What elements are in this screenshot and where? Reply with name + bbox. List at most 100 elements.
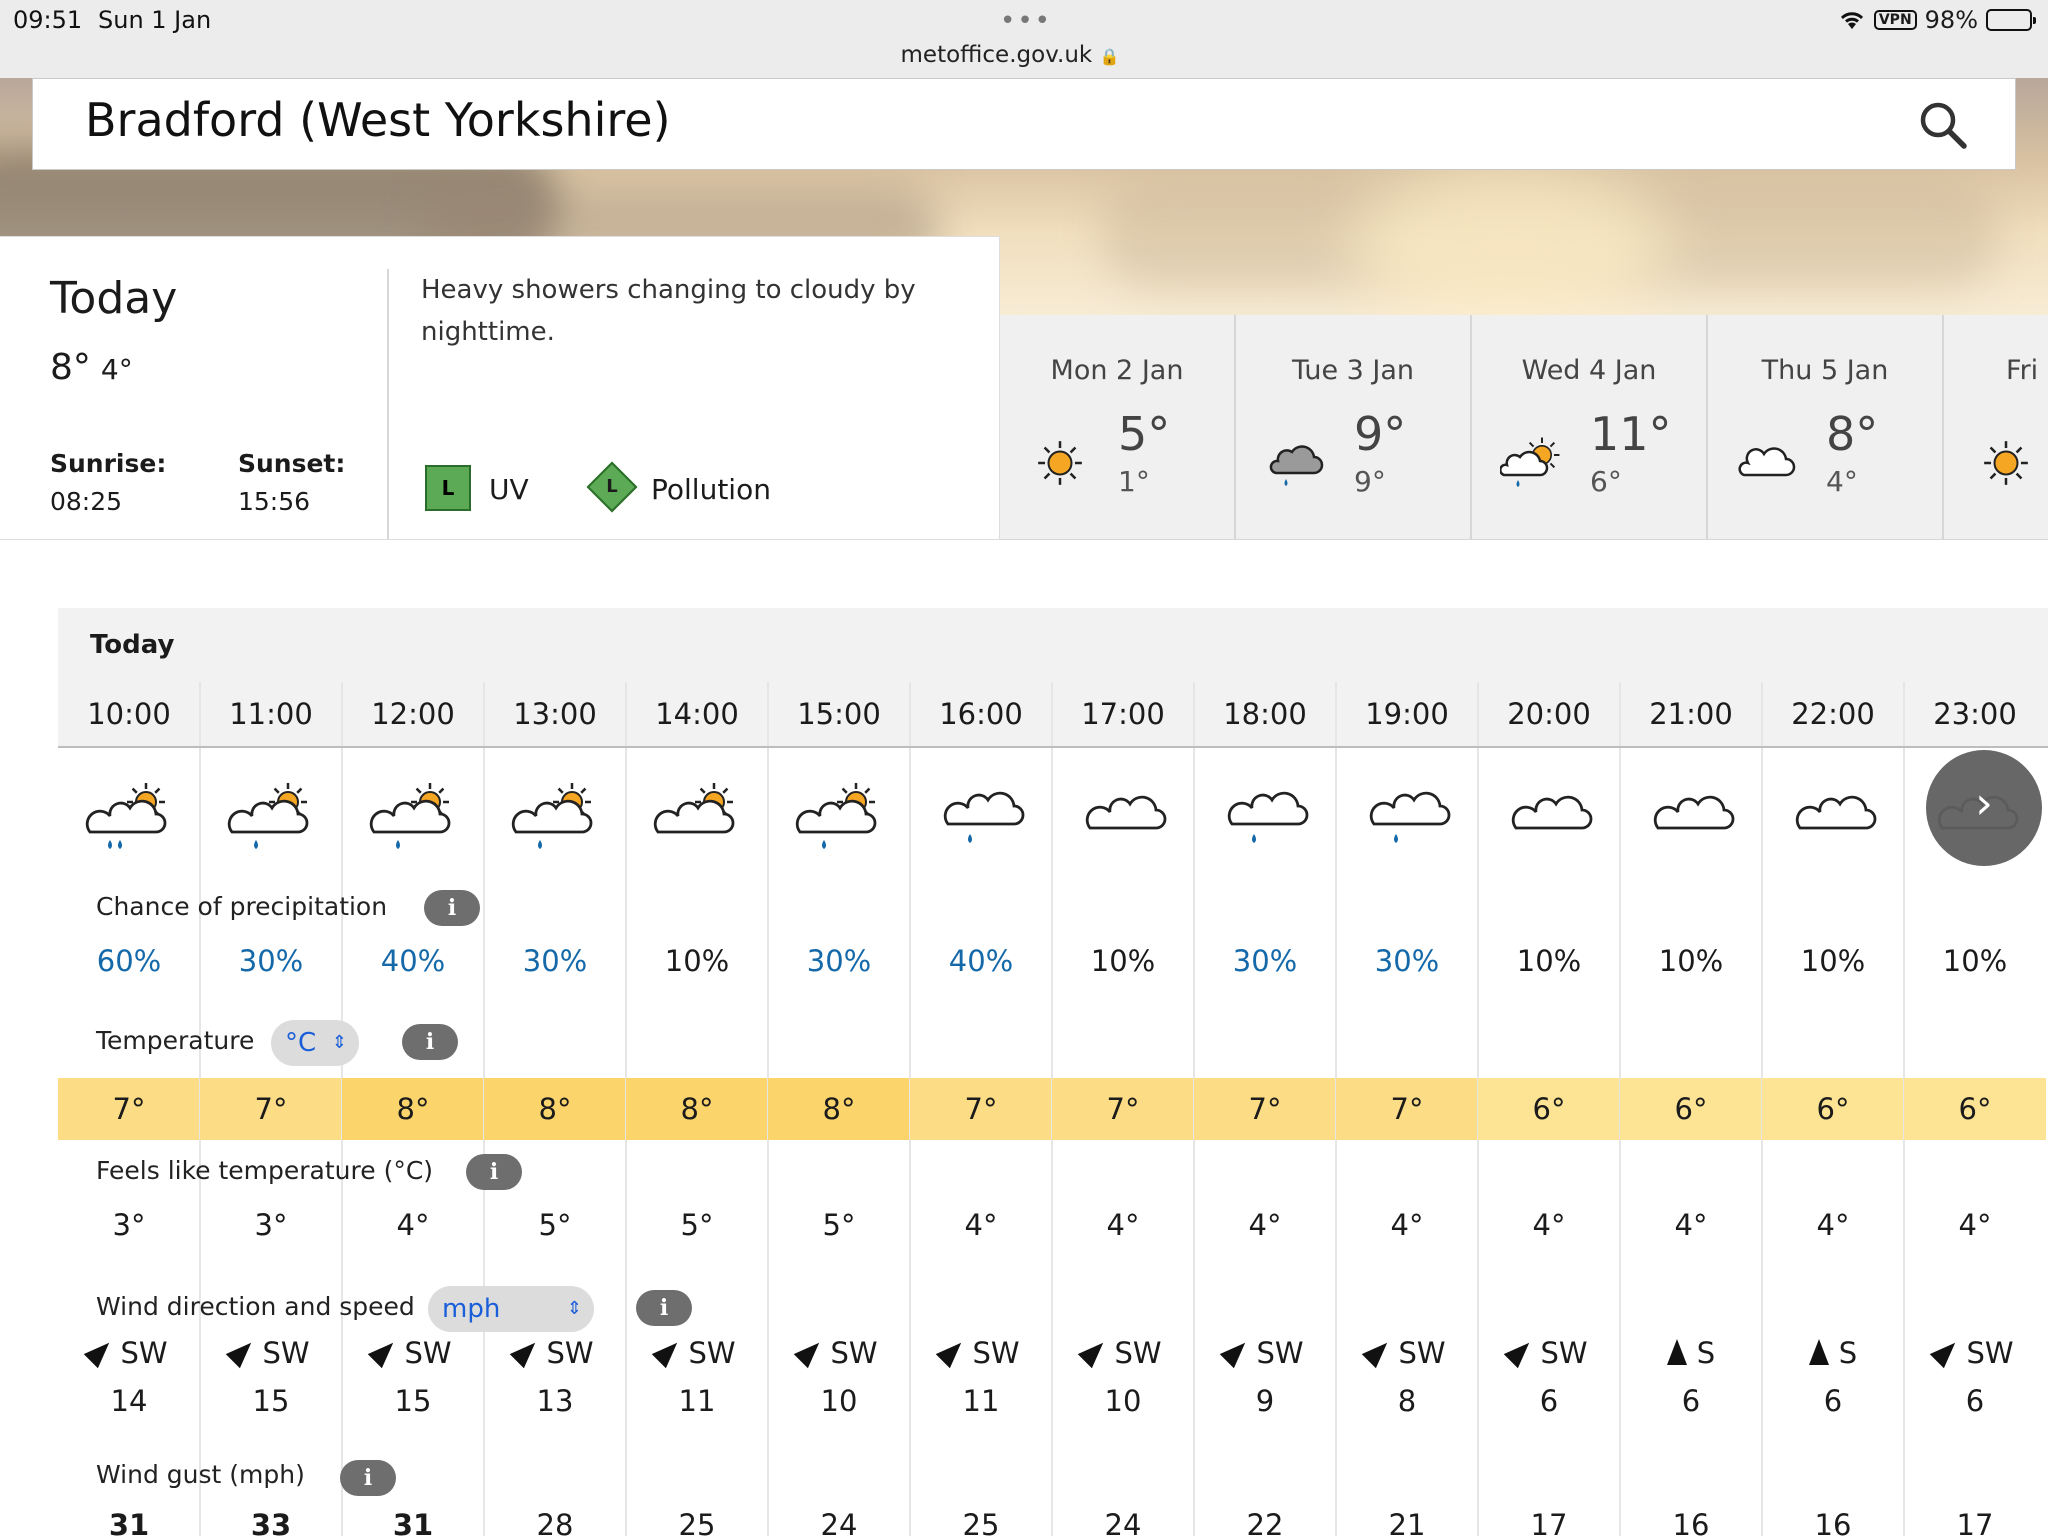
wind-gust-value: 25 [678, 1508, 716, 1536]
wind-direction-text: SW [1540, 1336, 1588, 1370]
wind-gust-value: 16 [1814, 1508, 1852, 1536]
wind-arrow-icon [1504, 1335, 1537, 1369]
cloud-icon [1795, 795, 1877, 830]
wind-direction-text: SW [1398, 1336, 1446, 1370]
day-name: Thu 5 Jan [1761, 355, 1889, 386]
wind-gust-value: 31 [108, 1508, 150, 1536]
status-date: Sun 1 Jan [98, 6, 212, 34]
wind-direction-text: SW [404, 1336, 452, 1370]
day-tab[interactable]: Wed 4 Jan 11° 6° [1472, 315, 1708, 540]
wind-direction-text: SW [830, 1336, 878, 1370]
tab-menu-dots[interactable]: ••• [1000, 6, 1052, 36]
cloud-shower-icon [1369, 791, 1451, 843]
gust-info-button[interactable]: i [340, 1460, 396, 1496]
wind-unit-select[interactable]: mph ⇕ [428, 1286, 594, 1332]
temperature-unit-select[interactable]: °C ⇕ [271, 1020, 359, 1066]
temperature-unit-value: °C [285, 1028, 317, 1058]
wind-speed: 10 [1104, 1384, 1142, 1418]
precip-value: 30% [1374, 944, 1440, 978]
hour-time: 10:00 [87, 697, 171, 731]
day-name: Tue 3 Jan [1291, 355, 1415, 386]
wind-arrow-icon [652, 1335, 685, 1369]
hour-time: 22:00 [1791, 697, 1875, 731]
chevron-updown-icon: ⇕ [331, 1032, 347, 1053]
wind-arrow-icon [368, 1335, 401, 1369]
sunny-shower-heavy-icon [85, 783, 167, 849]
wifi-icon [1840, 12, 1863, 29]
feels-like-value: 4° [1532, 1208, 1566, 1242]
precip-value: 10% [1090, 944, 1156, 978]
feels-like-value: 4° [396, 1208, 430, 1242]
wind-direction-text: SW [1256, 1336, 1304, 1370]
sunny-shower-icon [795, 783, 877, 849]
feels-like-value: 3° [254, 1208, 288, 1242]
feels-like-value: 5° [680, 1208, 714, 1242]
feels-like-value: 4° [1248, 1208, 1282, 1242]
day-tab[interactable]: Thu 5 Jan 8° 4° [1708, 315, 1944, 540]
uv-badge: L [425, 465, 471, 511]
battery-icon [1986, 9, 2036, 31]
wind-direction-text: SW [546, 1336, 594, 1370]
cloud-shower-icon [1227, 791, 1309, 843]
wind-arrow-icon [936, 1335, 969, 1369]
wind-gust-value: 16 [1672, 1508, 1710, 1536]
day-tab[interactable]: Fri ( [1944, 315, 2048, 540]
pollution-label[interactable]: Pollution [651, 473, 771, 506]
wind-info-button[interactable]: i [636, 1290, 692, 1326]
today-high: 8° [50, 347, 91, 388]
wind-gust-value: 31 [392, 1508, 434, 1536]
hour-time: 17:00 [1081, 697, 1165, 731]
sunny-shower-icon [369, 783, 451, 849]
wind-direction: SW [1478, 1335, 1620, 1370]
wind-direction-text: S [1696, 1336, 1716, 1370]
wind-direction-text: SW [120, 1336, 168, 1370]
wind-unit-value: mph [442, 1294, 501, 1324]
weather-summary: Heavy showers changing to cloudy by nigh… [421, 275, 916, 347]
wind-speed: 6 [1823, 1384, 1843, 1418]
wind-arrow-icon [794, 1335, 827, 1369]
today-temperatures: 8° 4° [50, 347, 133, 388]
feels-like-value: 4° [964, 1208, 998, 1242]
hourly-day-title: Today [90, 630, 175, 660]
hour-time: 20:00 [1507, 697, 1591, 731]
wind-speed: 6 [1539, 1384, 1559, 1418]
hourly-forecast-table[interactable]: Today 10:00 60% 7° 3° SW 14 31 11:00 30% 7° 3° SW 15… [58, 608, 2048, 1536]
uv-label[interactable]: UV [489, 473, 529, 506]
wind-speed: 10 [820, 1384, 858, 1418]
hour-time: 11:00 [229, 697, 313, 731]
location-search-bar[interactable]: Bradford (West Yorkshire) [32, 78, 2016, 170]
day-high: 11° [1590, 407, 1672, 461]
today-title: Today [50, 273, 178, 324]
feels-like-value: 4° [1390, 1208, 1424, 1242]
wind-arrow-icon [1808, 1339, 1829, 1365]
wind-speed: 15 [394, 1384, 432, 1418]
cloud-icon [1511, 795, 1593, 830]
precip-value: 30% [238, 944, 304, 978]
pollution-level: L [606, 476, 618, 497]
sunny-shower-icon [227, 783, 309, 849]
precip-value: 40% [380, 944, 446, 978]
precip-info-button[interactable]: i [424, 890, 480, 926]
hour-time: 19:00 [1365, 697, 1449, 731]
search-icon[interactable] [1917, 99, 1969, 151]
wind-direction: SW [626, 1335, 768, 1370]
address-bar[interactable]: metoffice.gov.uk 🔒 [0, 42, 2020, 68]
day-name: Mon 2 Jan [1050, 355, 1184, 386]
wind-gust-value: 25 [962, 1508, 1000, 1536]
cloud-icon [1653, 795, 1735, 830]
day-tab[interactable]: Mon 2 Jan 5° 1° [1000, 315, 1236, 540]
wind-gust-value: 17 [1530, 1508, 1568, 1536]
sunset-label: Sunset: [238, 449, 346, 478]
hour-time: 21:00 [1649, 697, 1733, 731]
wind-direction: SW [484, 1335, 626, 1370]
wind-direction: SW [342, 1335, 484, 1370]
temperature-info-button[interactable]: i [402, 1024, 458, 1060]
hour-time: 15:00 [797, 697, 881, 731]
today-summary-card[interactable]: Today 8° 4° Sunrise: 08:25 Sunset: 15:56 … [0, 236, 1000, 540]
day-tab[interactable]: Tue 3 Jan 9° 9° [1236, 315, 1472, 540]
wind-gust-value: 22 [1246, 1508, 1284, 1536]
scroll-next-button[interactable]: › [1926, 750, 2042, 866]
feels-like-info-button[interactable]: i [466, 1154, 522, 1190]
wind-arrow-icon [226, 1335, 259, 1369]
hour-time: 12:00 [371, 697, 455, 731]
